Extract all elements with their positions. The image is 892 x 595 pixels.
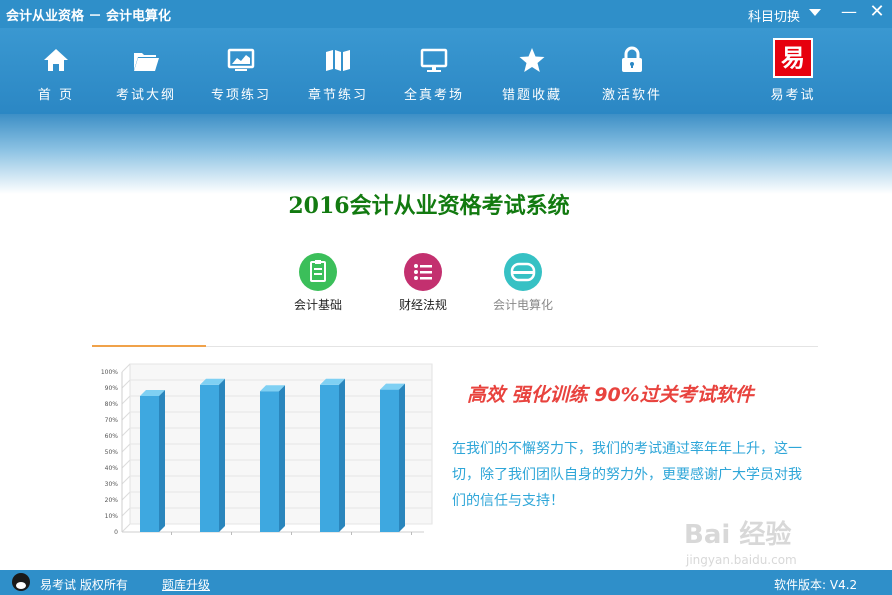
pass-rate-chart: 0 10% 20% 30% 40% 50% 60% 70% 80% 90% 100%	[101, 363, 433, 536]
y-tick-label: 80%	[105, 401, 119, 408]
lock-icon	[622, 46, 642, 72]
y-tick-label: 90%	[105, 385, 119, 392]
question-bank-upgrade-link[interactable]: 题库升级	[162, 576, 210, 593]
subject-accounting-basics[interactable]: 会计基础	[273, 253, 363, 313]
gridline-depth	[121, 507, 131, 517]
bar	[320, 384, 339, 532]
disk-icon	[504, 253, 542, 291]
bar	[380, 389, 399, 532]
subject-name: 会计基础	[293, 298, 342, 312]
gridline-depth	[121, 443, 131, 453]
status-bar: 易考试 版权所有 题库升级 软件版本: V4.2	[0, 570, 892, 595]
brand-label: 易考试	[770, 88, 816, 103]
monitor-chart-icon	[227, 48, 255, 71]
page-title: 2016会计从业资格考试系统	[288, 193, 570, 219]
version-text: 软件版本: V4.2	[774, 578, 858, 592]
folder-icon	[134, 53, 159, 71]
y-tick-label: 60%	[105, 433, 119, 440]
toolbar-item-special-practice[interactable]: 专项练习	[205, 38, 277, 110]
minimize-button[interactable]: —	[838, 2, 860, 24]
toolbar-item-label: 错题收藏	[501, 88, 562, 103]
description: 在我们的不懈努力下，我们的考试通过率年年上升，这一切，除了我们团队自身的努力外，…	[452, 441, 802, 509]
clipboard-icon	[299, 253, 337, 291]
toolbar-item-brand[interactable]: 易 易考试	[757, 38, 829, 110]
gridline-depth	[121, 427, 131, 437]
header-gradient-band	[0, 114, 892, 194]
watermark-url: jingyan.baidu.com	[686, 553, 797, 567]
subject-financial-regulations[interactable]: 财经法规	[378, 253, 468, 313]
bar-side	[279, 385, 285, 532]
close-button[interactable]: ✕	[866, 2, 888, 24]
toolbar-item-wrong-answers[interactable]: 错题收藏	[496, 38, 568, 110]
gridline-depth	[121, 379, 131, 389]
y-tick-label: 70%	[105, 417, 119, 424]
gridline-depth	[121, 475, 131, 485]
gridline-depth	[121, 395, 131, 405]
star-icon	[519, 48, 545, 72]
list-icon	[404, 253, 442, 291]
bar	[200, 384, 219, 532]
chevron-down-icon[interactable]	[809, 9, 821, 16]
bar-side	[159, 390, 165, 532]
gridline-depth	[121, 411, 131, 421]
gridline-depth	[121, 491, 131, 501]
toolbar-item-chapter-practice[interactable]: 章节练习	[302, 38, 374, 110]
qq-penguin-icon[interactable]	[12, 573, 30, 591]
toolbar-item-label: 专项练习	[210, 88, 271, 103]
toolbar-item-mock-exam[interactable]: 全真考场	[398, 38, 470, 110]
toolbar-item-label: 激活软件	[601, 88, 662, 103]
divider-accent	[92, 345, 206, 347]
home-icon	[44, 49, 68, 71]
toolbar-item-label: 首 页	[37, 88, 75, 103]
slogan: 高效 强化训练 90%过关考试软件	[467, 384, 754, 406]
subject-computerized-accounting[interactable]: 会计电算化	[478, 253, 568, 313]
gridline-depth	[121, 363, 131, 373]
toolbar-item-label: 全真考场	[403, 88, 464, 103]
screen-icon	[420, 48, 448, 72]
y-tick-label: 100%	[101, 369, 118, 376]
watermark-logo: Bai 经验	[684, 520, 792, 550]
y-tick-label: 40%	[105, 465, 119, 472]
toolbar-item-label: 章节练习	[307, 88, 368, 103]
brand-logo: 易	[773, 38, 813, 78]
y-tick-label: 20%	[105, 497, 119, 504]
copyright-text: 易考试 版权所有	[40, 578, 128, 592]
y-tick-label: 50%	[105, 449, 119, 456]
toolbar-item-label: 考试大纲	[115, 88, 176, 103]
toolbar-item-activate[interactable]: 激活软件	[596, 38, 668, 110]
main-toolbar: 首 页 考试大纲 专项练习 章节练习 全真考场 错题收藏 激活软件 易 易考试	[0, 28, 892, 114]
toolbar-item-home[interactable]: 首 页	[20, 38, 92, 110]
gridline-depth	[121, 523, 131, 533]
subject-switch-button[interactable]: 科目切换	[748, 6, 800, 25]
subject-name: 会计电算化	[492, 298, 553, 312]
y-tick-label: 30%	[105, 481, 119, 488]
map-icon	[326, 50, 350, 71]
y-tick-label: 0	[114, 529, 118, 536]
bar-side	[399, 383, 405, 532]
toolbar-item-syllabus[interactable]: 考试大纲	[110, 38, 182, 110]
bar	[260, 391, 279, 532]
gridline-depth	[121, 459, 131, 469]
bar-side	[339, 378, 345, 532]
app-title: 会计从业资格 － 会计电算化	[6, 9, 172, 24]
bar	[140, 396, 159, 532]
bar-side	[219, 378, 225, 532]
y-tick-label: 10%	[105, 513, 119, 520]
title-bar: 会计从业资格 － 会计电算化 科目切换 — ✕	[0, 0, 892, 28]
subject-name: 财经法规	[398, 298, 447, 312]
